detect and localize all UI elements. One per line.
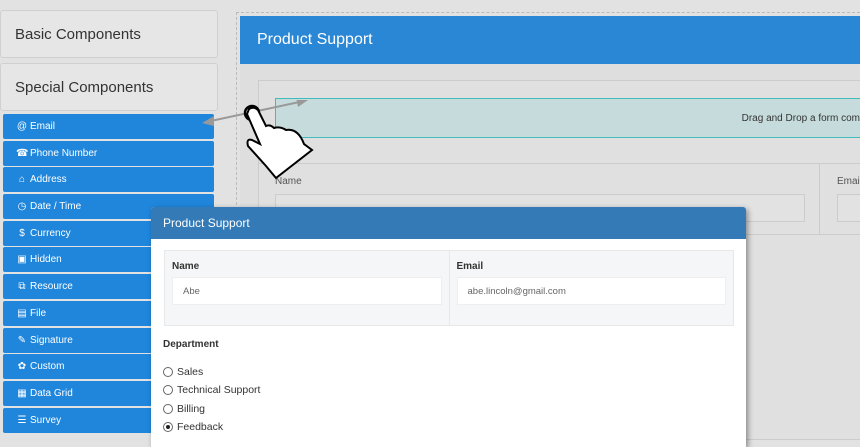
component-label: Email	[30, 121, 56, 132]
special-components-panel[interactable]: Special Components	[0, 63, 218, 111]
email-input[interactable]: abe.lincoln@gmail.com	[456, 277, 726, 305]
special-components-label: Special Components	[15, 78, 154, 96]
form-preview-modal: Product Support Name Abe Email abe.linco…	[151, 207, 746, 447]
component-email[interactable]: @ Email	[3, 114, 214, 139]
basic-components-label: Basic Components	[15, 25, 141, 43]
radio-button[interactable]	[163, 367, 173, 378]
radio-label: Sales	[177, 366, 204, 379]
modal-title: Product Support	[151, 207, 746, 239]
component-phone-number[interactable]: ☎ Phone Number	[3, 140, 214, 166]
component-label: Phone Number	[30, 147, 98, 159]
radio-billing[interactable]: Billing	[163, 400, 260, 418]
files-icon: ⧉	[18, 281, 26, 293]
name-email-row: Name Abe Email abe.lincoln@gmail.com	[164, 250, 734, 326]
drag-hand-icon	[202, 100, 314, 180]
home-icon: ⌂	[18, 174, 26, 186]
dollar-icon: $	[19, 227, 25, 239]
radio-feedback[interactable]: Feedback	[163, 418, 260, 436]
phone-icon: ☎	[16, 147, 29, 159]
user-secret-icon: ▣	[17, 254, 27, 266]
drop-area-border-top	[236, 12, 860, 13]
basic-components-panel[interactable]: Basic Components	[0, 10, 218, 58]
component-label: Address	[30, 174, 67, 186]
drop-zone[interactable]: Drag and Drop a form com	[275, 98, 860, 138]
component-label: Currency	[30, 227, 71, 239]
at-icon: @	[16, 121, 28, 132]
pencil-icon: ✎	[17, 334, 27, 346]
component-label: Hidden	[30, 254, 62, 266]
department-label: Department	[163, 339, 219, 350]
component-label: File	[30, 307, 47, 319]
component-address[interactable]: ⌂ Address	[3, 167, 214, 193]
email-label: Email	[456, 261, 484, 272]
builder-email-label: Email	[837, 176, 860, 187]
department-radio-group: Sales Technical Support Billing Feedback	[163, 363, 260, 436]
radio-label: Feedback	[177, 421, 224, 434]
drop-zone-text: Drag and Drop a form com	[741, 112, 860, 124]
list-icon: ☰	[17, 414, 27, 426]
radio-sales[interactable]: Sales	[163, 363, 260, 381]
component-label: Date / Time	[30, 201, 82, 213]
builder-title: Product Support	[240, 16, 860, 64]
radio-button[interactable]	[163, 385, 173, 396]
grid-icon: ▦	[17, 387, 27, 399]
component-label: Survey	[30, 414, 62, 426]
name-input[interactable]: Abe	[172, 277, 442, 305]
radio-label: Technical Support	[177, 384, 261, 397]
cubes-icon: ✿	[17, 361, 27, 373]
clock-icon: ◷	[17, 201, 27, 213]
builder-email-input[interactable]	[837, 194, 860, 222]
component-label: Resource	[30, 281, 73, 293]
radio-technical-support[interactable]: Technical Support	[163, 381, 260, 399]
name-label: Name	[172, 261, 200, 272]
component-label: Signature	[30, 334, 73, 346]
radio-button[interactable]	[163, 403, 173, 414]
component-label: Custom	[30, 361, 65, 373]
component-label: Data Grid	[30, 387, 73, 399]
column-divider	[819, 164, 820, 234]
file-icon: ▤	[17, 307, 27, 319]
radio-button-selected[interactable]	[163, 422, 173, 433]
radio-label: Billing	[177, 402, 206, 415]
